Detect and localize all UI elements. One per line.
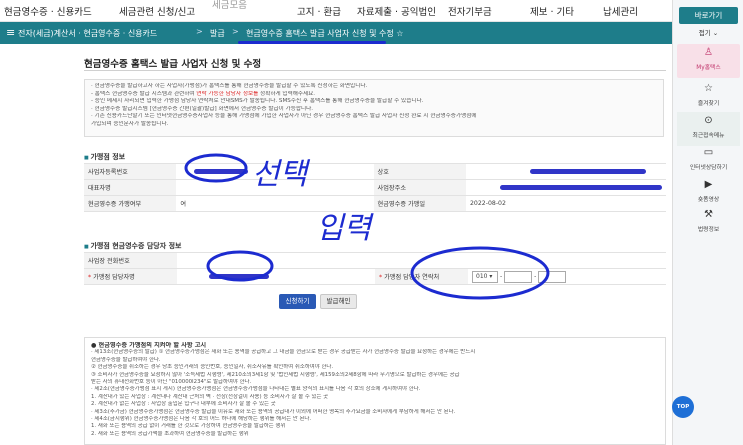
trade-name-value (465, 163, 666, 180)
cancel-button[interactable]: 발급해인 (320, 294, 357, 309)
breadcrumb-separator: > (196, 27, 203, 36)
notice-line: · 기존 신용카드단말기 또는 인터넷현금영수증사업자 등을 통해 가맹점에 가… (91, 113, 477, 120)
gavel-icon: ⚒ (704, 209, 713, 220)
sidebar-item-consult[interactable]: ▭ 인터넷상담하기 (677, 144, 740, 178)
clock-icon: ⊙ (704, 115, 713, 126)
breadcrumb-level1[interactable]: 전자(세금)계산서 · 현금영수증 · 신용카드 (18, 28, 157, 39)
quick-menu-title: 바로가기 (679, 7, 738, 24)
label-trade-name: 상호 (373, 163, 466, 180)
rules-line: 현금영수증을 발급하여야 한다. (91, 356, 161, 363)
contact-info-table: 사업장 전화번호 * 가맹점 담당자명 * 가맹점 담당자 연락처 010 ▾ -… (84, 252, 666, 285)
label-representative: 대표자명 (84, 179, 177, 196)
phone-prefix-select[interactable]: 010 ▾ (472, 270, 498, 283)
notice-line: · 현금영수증 발급시스템 [현금영수증 간편(일괄)발급] 화면에서 현금영수… (91, 105, 314, 112)
redacted-value (529, 168, 646, 174)
rules-line: 1. 재화 또는 용역의 공급 없이 거래를 한 것으로 가장하여 현금영수증을… (91, 423, 286, 430)
nav-tax-management[interactable]: 납세관리 (603, 4, 638, 18)
nav-notice-refund[interactable]: 고지 · 환급 (297, 4, 341, 18)
rules-line: · 제13조(현금영수증의 발급) ① 현금영수증가맹점은 재화 또는 용역을 … (91, 349, 476, 356)
title-divider (84, 70, 666, 71)
rules-line: 1. 계산대가 있는 사업장 : 계산대나 계산대 근처의 벽 · 천장(천장걸… (91, 393, 329, 400)
membership-status-value: 여 (176, 195, 374, 212)
sidebar-item-shortform[interactable]: ▶ 숏폼영상 (677, 176, 740, 210)
rules-line: · 제2조(현금영수증가맹점 표지 게시) 현금영수증가맹점은 현금영수증가맹점… (91, 386, 421, 393)
notice-box: · 현금영수증을 발급하고자 하는 사업자(가맹점)가 홈택스를 통해 현금영수… (84, 79, 664, 137)
label-business-address: 사업장주소 (373, 179, 466, 196)
rules-line: 받는 자의 휴대전화번호 등이 아닌 "010000I234"로 발급하여야 한… (91, 379, 252, 386)
rules-line: 2. 재화 또는 용역의 공급가액을 초과하여 현금영수증을 발급하는 행위 (91, 430, 249, 437)
sidebar-item-favorites[interactable]: ☆ 즐겨찾기 (677, 80, 740, 114)
breadcrumb-bar: ≡ 전자(세금)계산서 · 현금영수증 · 신용카드 > 발급 > 현금영수증 … (0, 22, 672, 44)
table-row: 사업장 전화번호 (84, 252, 666, 269)
top-navigation: 현금영수증 · 신용카드 세금관련 신청/신고 세금모음 고지 · 환급 자료제… (0, 0, 672, 22)
representative-value (176, 179, 374, 196)
label-contact-name: * 가맹점 담당자명 (84, 268, 177, 285)
person-icon: ♙ (704, 47, 713, 58)
table-row: 대표자명 사업장주소 (84, 179, 666, 196)
nav-tax-collection[interactable]: 세금모음 (212, 0, 247, 11)
breadcrumb-separator: > (232, 27, 239, 36)
contact-phone-field: 010 ▾ - - (468, 268, 666, 285)
sidebar-item-recent[interactable]: ⊙ 최근접속메뉴 (677, 112, 740, 146)
nav-tax-application[interactable]: 세금관련 신청/신고 (119, 4, 195, 18)
rules-line: ③ 소비자가 현금영수증을 요청하지 않아 '소득세법 시행령', 제210조의… (91, 371, 460, 378)
phone-middle-input[interactable] (504, 270, 533, 283)
page-title: 현금영수증 홈택스 발급 사업자 신청 및 수정 (84, 59, 262, 70)
apply-button[interactable]: 신청하기 (279, 294, 316, 309)
notice-line: - 승인 메세지 자리되면 입력한 가맹점 담당자 연락처로 안내SMS가 발송… (91, 98, 424, 105)
breadcrumb-level2[interactable]: 발급 (210, 28, 225, 39)
sidebar-item-law[interactable]: ⚒ 법령정보 (677, 206, 740, 240)
redacted-value (209, 273, 269, 279)
merchant-rules-box: ● 현금영수증 가맹점의 지켜야 할 사항 고시 · 제13조(현금영수증의 발… (84, 337, 666, 445)
redacted-value (499, 184, 662, 190)
label-membership-status: 현금영수증 가맹여부 (84, 195, 177, 212)
rules-line: · 제4조(금지행위) 현금영수증가맹점은 다음 각 호의 어느 하나에 해당하… (91, 416, 312, 423)
label-business-number: 사업자등록번호 (84, 163, 177, 180)
phone-last-input[interactable] (538, 270, 567, 283)
notice-line: - 홈택스 현금영수증 발급 시스템과 관련하여 연락 가능한 담당자 정보를 … (91, 90, 316, 97)
notice-line: 가입되며 승인문자가 발송됩니다. (91, 120, 169, 127)
breadcrumb-current[interactable]: 현금영수증 홈택스 발급 사업자 신청 및 수정 ☆ (246, 28, 403, 39)
sidebar-item-myhometax[interactable]: ♙ My홈택스 (677, 44, 740, 78)
nav-report-etc[interactable]: 제보 · 기타 (530, 4, 574, 18)
monitor-icon: ▭ (703, 147, 714, 158)
membership-date-value: 2022-08-02 (465, 195, 666, 212)
table-row: 사업자등록번호 상호 (84, 163, 666, 180)
section-contact-info-title: 가맹점 현금영수증 담당자 정보 (84, 241, 181, 251)
rules-line: ② 현금영수증을 취소하는 경우 당초 승인거래의 승인번호, 승인일자, 취소… (91, 364, 334, 371)
rules-title: ● 현금영수증 가맹점의 지켜야 할 사항 고시 (91, 342, 207, 349)
notice-highlight: 연락 가능한 담당자 정보를 (196, 90, 259, 97)
quick-menu-sidebar: 바로가기 접기 ⌄ ♙ My홈택스 ☆ 즐겨찾기 ⊙ 최근접속메뉴 ▭ 인터넷상… (672, 0, 743, 445)
business-address-value (465, 179, 666, 196)
nav-cashreceipt[interactable]: 현금영수증 · 신용카드 (4, 4, 92, 18)
nav-data-submit[interactable]: 자료제출 · 공익법인 (357, 4, 436, 18)
contact-name-input[interactable] (177, 268, 375, 285)
table-row: 현금영수증 가맹여부 여 현금영수증 가맹일 2022-08-02 (84, 195, 666, 212)
play-icon: ▶ (704, 179, 713, 190)
rules-line: · 제3조(추가금) 현금영수증가맹점은 현금영수증 발급을 이유로 재화 또는… (91, 408, 456, 415)
label-business-phone: 사업장 전화번호 (84, 252, 177, 269)
table-row: * 가맹점 담당자명 * 가맹점 담당자 연락처 010 ▾ - - (84, 268, 666, 285)
merchant-info-table: 사업자등록번호 상호 대표자명 사업장주소 현금영수증 가맹여부 여 현금영수증… (84, 163, 666, 212)
section-merchant-info-title: 가맹점 정보 (84, 152, 125, 162)
redacted-value (194, 168, 249, 174)
business-phone-value (177, 252, 666, 269)
notice-line: · 현금영수증을 발급하고자 하는 사업자(가맹점)가 홈택스를 통해 현금영수… (91, 83, 368, 89)
handwritten-input-label: 입력 (316, 211, 375, 246)
label-membership-date: 현금영수증 가맹일 (373, 195, 466, 212)
business-number-select[interactable] (176, 163, 374, 180)
fold-button[interactable]: 접기 ⌄ (679, 27, 738, 37)
pen-underline (238, 41, 386, 44)
menu-icon[interactable]: ≡ (6, 26, 15, 39)
nav-donation[interactable]: 전자기부금 (448, 4, 492, 18)
scroll-top-button[interactable]: TOP (672, 396, 694, 418)
rules-line: 2. 계산대가 없는 사업장 : 사업장 출입문 입구나 내부에 소비자가 잘 … (91, 401, 276, 408)
star-icon: ☆ (704, 83, 713, 94)
label-contact-phone: * 가맹점 담당자 연락처 (375, 268, 468, 285)
